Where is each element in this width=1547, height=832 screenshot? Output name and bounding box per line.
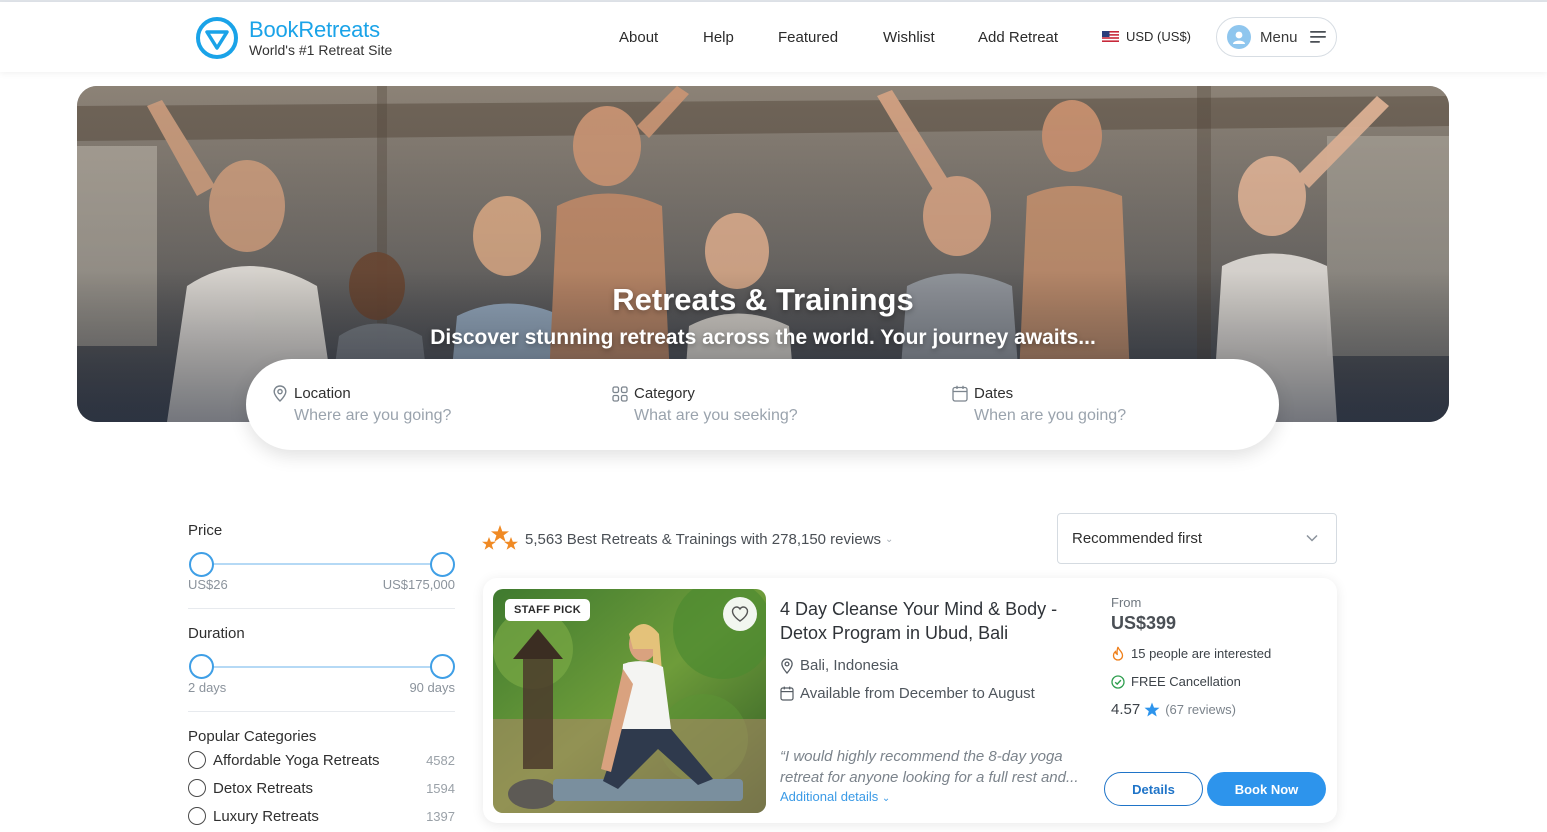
category-option-count: 4582 (426, 752, 455, 768)
price-max-label: US$175,000 (382, 577, 455, 592)
fire-icon (1112, 646, 1124, 661)
logo-icon (196, 17, 238, 59)
divider (188, 608, 455, 609)
avatar (1227, 25, 1251, 49)
category-option[interactable]: Luxury Retreats 1397 (188, 805, 455, 827)
menu-label: Menu (1260, 28, 1298, 46)
hamburger-icon (1309, 31, 1326, 43)
review-quote: “I would highly recommend the 8-day yoga… (780, 746, 1090, 788)
interest-text: 15 people are interested (1131, 646, 1272, 661)
user-icon (1233, 31, 1245, 44)
retreat-location: Bali, Indonesia (780, 657, 898, 674)
stars-icon (482, 525, 518, 550)
review-count: (67 reviews) (1165, 702, 1236, 717)
sort-selected-value: Recommended first (1072, 530, 1203, 547)
price-slider-track[interactable] (201, 563, 443, 565)
price-min-handle[interactable] (189, 552, 214, 577)
category-field[interactable]: Category What are you seeking? (612, 385, 798, 425)
price-prefix: From (1111, 595, 1142, 610)
retreat-availability: Available from December to August (780, 685, 1035, 702)
additional-details-label: Additional details (780, 789, 879, 804)
rating[interactable]: 4.57 (67 reviews) (1111, 701, 1236, 718)
logo[interactable]: BookRetreats World's #1 Retreat Site (195, 16, 392, 60)
menu-button[interactable]: Menu (1216, 17, 1337, 57)
duration-filter-title: Duration (188, 625, 245, 642)
radio-button[interactable] (188, 807, 206, 825)
results-count-text: 5,563 Best Retreats & Trainings with 278… (525, 530, 882, 548)
category-option-label: Luxury Retreats (213, 807, 319, 825)
additional-details-link[interactable]: Additional details ⌄ (780, 789, 890, 804)
wishlist-heart-button[interactable] (723, 597, 757, 631)
interest-info: 15 people are interested (1111, 646, 1271, 661)
price-value: US$399 (1111, 613, 1177, 633)
price-filter-title: Price (188, 522, 223, 539)
brand-name: BookRetreats (249, 17, 380, 42)
duration-min-label: 2 days (188, 680, 227, 695)
category-option-label: Affordable Yoga Retreats (213, 751, 380, 769)
location-label: Location (294, 385, 351, 402)
hero-subtitle: Discover stunning retreats across the wo… (430, 326, 1096, 349)
divider (188, 711, 455, 712)
cancellation-info: FREE Cancellation (1111, 674, 1241, 689)
grid-icon (612, 385, 628, 402)
chevron-down-icon (1306, 534, 1318, 542)
nav-about[interactable]: About (619, 29, 658, 46)
category-option-count: 1397 (426, 808, 455, 824)
dates-field[interactable]: Dates When are you going? (952, 385, 1126, 425)
nav-add-retreat[interactable]: Add Retreat (978, 29, 1058, 46)
search-bar: Location Where are you going? Category W… (246, 359, 1279, 450)
category-label: Category (634, 385, 695, 402)
category-option[interactable]: Detox Retreats 1594 (188, 777, 455, 799)
chevron-down-icon: ⌄ (881, 793, 891, 804)
review-quote-line: retreat for anyone looking for a full re… (780, 769, 1079, 786)
retreat-title[interactable]: 4 Day Cleanse Your Mind & Body - Detox P… (780, 597, 1080, 645)
retreat-card[interactable]: STAFF PICK 4 Day Cleanse Your Mind & Bod… (483, 578, 1337, 823)
review-quote-line: “I would highly recommend the 8-day yoga (780, 748, 1063, 765)
category-placeholder: What are you seeking? (634, 407, 798, 424)
results-summary[interactable]: 5,563 Best Retreats & Trainings with 278… (481, 524, 893, 554)
category-option-label: Detox Retreats (213, 779, 314, 797)
sort-dropdown[interactable]: Recommended first (1057, 513, 1337, 564)
heart-icon (731, 606, 749, 622)
categories-title: Popular Categories (188, 728, 317, 745)
nav-featured[interactable]: Featured (778, 29, 838, 46)
currency-selector[interactable]: USD (US$) (1102, 29, 1191, 44)
nav-help[interactable]: Help (703, 29, 734, 46)
brand-tagline: World's #1 Retreat Site (249, 42, 393, 58)
details-button[interactable]: Details (1104, 772, 1203, 806)
location-placeholder: Where are you going? (294, 407, 452, 424)
staff-pick-badge: STAFF PICK (505, 599, 590, 621)
book-now-button[interactable]: Book Now (1207, 772, 1326, 806)
calendar-icon (780, 686, 794, 701)
calendar-icon (952, 385, 968, 402)
nav-wishlist[interactable]: Wishlist (883, 29, 935, 46)
duration-max-label: 90 days (409, 680, 455, 695)
us-flag-icon (1102, 31, 1119, 42)
retreat-location-text: Bali, Indonesia (800, 657, 899, 674)
cancellation-text: FREE Cancellation (1131, 674, 1241, 689)
check-circle-icon (1111, 674, 1125, 689)
map-pin-icon (781, 657, 793, 674)
category-option[interactable]: Affordable Yoga Retreats 4582 (188, 749, 455, 771)
price-max-handle[interactable] (430, 552, 455, 577)
star-icon (1144, 702, 1160, 717)
category-option-count: 1594 (426, 780, 455, 796)
radio-button[interactable] (188, 751, 206, 769)
rating-value: 4.57 (1111, 701, 1141, 718)
site-header: BookRetreats World's #1 Retreat Site Abo… (0, 2, 1547, 72)
dates-label: Dates (974, 385, 1014, 402)
dates-placeholder: When are you going? (974, 407, 1127, 424)
price-min-label: US$26 (188, 577, 228, 592)
retreat-availability-text: Available from December to August (800, 685, 1035, 702)
radio-button[interactable] (188, 779, 206, 797)
location-field[interactable]: Location Where are you going? (272, 385, 451, 425)
duration-min-handle[interactable] (189, 654, 214, 679)
chevron-down-icon: ⌄ (885, 533, 894, 545)
hero-title: Retreats & Trainings (612, 282, 914, 317)
duration-slider-track[interactable] (201, 666, 443, 668)
map-pin-icon (273, 385, 287, 402)
currency-label: USD (US$) (1126, 29, 1192, 44)
duration-max-handle[interactable] (430, 654, 455, 679)
